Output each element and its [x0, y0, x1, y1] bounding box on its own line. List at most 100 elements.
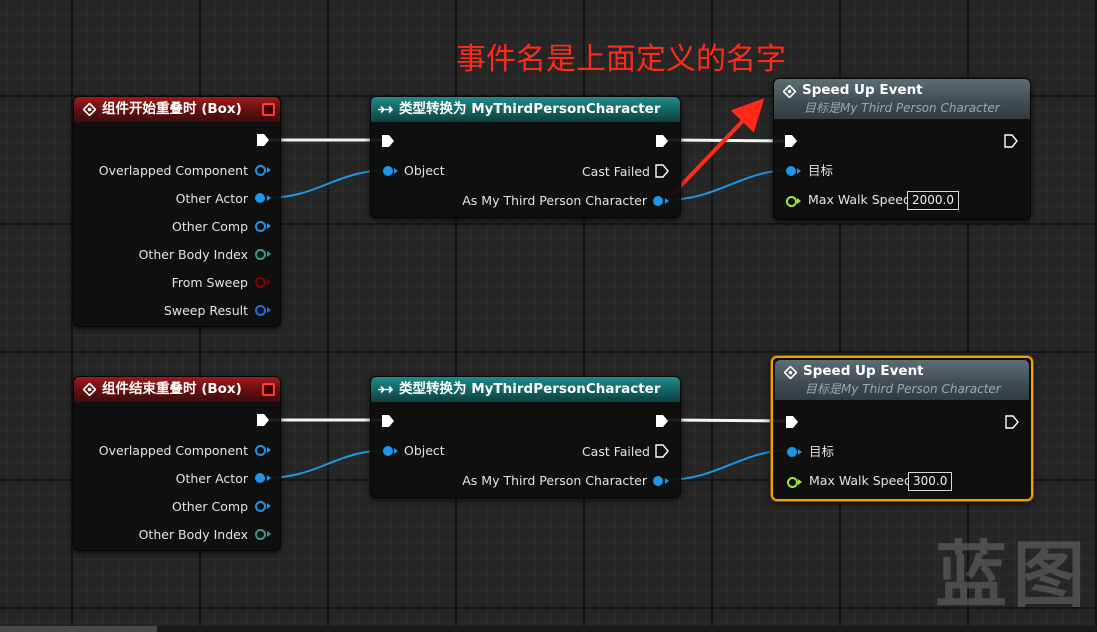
object-pin[interactable]	[383, 166, 393, 176]
cast-failed-exec-pin[interactable]	[655, 444, 669, 458]
pin-other-comp: Other Comp	[172, 499, 248, 514]
exec-out-pin[interactable]	[256, 413, 270, 427]
pin-arrow-icon	[797, 168, 801, 174]
call-node-header[interactable]: Speed Up Event 目标是My Third Person Charac…	[774, 79, 1030, 119]
pin-arrow-icon	[798, 479, 802, 485]
sweep-result-pin[interactable]	[255, 305, 266, 316]
call-node-subtitle: 目标是My Third Person Character	[804, 101, 1000, 115]
exec-out-pin[interactable]	[655, 414, 669, 428]
watermark: 蓝图	[935, 533, 1092, 617]
event-node-header[interactable]: 组件开始重叠时 (Box)	[74, 97, 280, 122]
event-node-title: 组件开始重叠时 (Box)	[102, 101, 242, 117]
event-node-header[interactable]: 组件结束重叠时 (Box)	[74, 377, 280, 402]
exec-out-pin[interactable]	[655, 134, 669, 148]
exec-out-pin[interactable]	[256, 133, 270, 147]
function-diamond-icon	[783, 85, 796, 98]
pin-max-walk-speed: Max Walk Speed	[808, 192, 911, 207]
scrollbar-thumb[interactable]	[0, 626, 157, 632]
pin-cast-failed: Cast Failed	[581, 444, 650, 459]
event-node-begin-overlap[interactable]: 组件开始重叠时 (Box) Overlapped Component Other…	[73, 96, 281, 327]
call-node-subtitle: 目标是My Third Person Character	[805, 382, 1001, 396]
target-pin[interactable]	[786, 166, 796, 176]
pin-target: 目标	[808, 163, 834, 178]
max-walk-speed-input[interactable]: 2000.0	[907, 191, 959, 210]
event-diamond-icon	[83, 383, 96, 396]
pin-as-character: As My Third Person Character	[462, 473, 647, 488]
as-character-pin[interactable]	[653, 476, 663, 486]
call-node-title: Speed Up Event	[802, 82, 923, 98]
other-comp-pin[interactable]	[255, 501, 266, 512]
pin-arrow-icon	[798, 449, 802, 455]
max-walk-speed-pin[interactable]	[787, 477, 798, 488]
function-diamond-icon	[784, 366, 797, 379]
pin-arrow-icon	[267, 307, 271, 313]
cast-arrows-icon	[378, 105, 394, 114]
pin-arrow-icon	[267, 167, 271, 173]
pin-object: Object	[404, 163, 445, 178]
exec-in-pin[interactable]	[785, 415, 799, 429]
call-node-header[interactable]: Speed Up Event 目标是My Third Person Charac…	[775, 360, 1029, 400]
pin-sweep-result: Sweep Result	[163, 303, 248, 318]
event-node-end-overlap[interactable]: 组件结束重叠时 (Box) Overlapped Component Other…	[73, 376, 281, 551]
delegate-square-icon[interactable]	[262, 383, 275, 396]
event-diamond-icon	[83, 103, 96, 116]
max-walk-speed-pin[interactable]	[786, 196, 797, 207]
pin-arrow-icon	[665, 198, 669, 204]
pin-arrow-icon	[267, 195, 271, 201]
pin-arrow-icon	[665, 478, 669, 484]
annotation-text: 事件名是上面定义的名字	[456, 42, 786, 77]
pin-object: Object	[404, 443, 445, 458]
pin-arrow-icon	[394, 168, 398, 174]
cast-failed-exec-pin[interactable]	[655, 164, 669, 178]
horizontal-scrollbar[interactable]	[0, 626, 1097, 632]
from-sweep-pin[interactable]	[255, 277, 266, 288]
exec-out-pin[interactable]	[1005, 415, 1019, 429]
pin-other-actor: Other Actor	[175, 471, 248, 486]
pin-as-character: As My Third Person Character	[462, 193, 647, 208]
overlapped-component-pin[interactable]	[255, 445, 266, 456]
call-node-title: Speed Up Event	[803, 363, 924, 379]
pin-arrow-icon	[267, 531, 271, 537]
cast-node-header[interactable]: 类型转换为 MyThirdPersonCharacter	[371, 377, 680, 402]
max-walk-speed-input[interactable]: 300.0	[908, 472, 953, 491]
cast-node[interactable]: 类型转换为 MyThirdPersonCharacter Object Cast…	[370, 96, 681, 218]
exec-in-pin[interactable]	[381, 134, 395, 148]
exec-out-pin[interactable]	[1004, 134, 1018, 148]
speed-up-event-node[interactable]: Speed Up Event 目标是My Third Person Charac…	[773, 78, 1031, 220]
pin-max-walk-speed: Max Walk Speed	[809, 473, 912, 488]
pin-from-sweep: From Sweep	[171, 275, 248, 290]
speed-up-event-node-selected[interactable]: Speed Up Event 目标是My Third Person Charac…	[771, 356, 1033, 501]
other-actor-pin[interactable]	[255, 193, 265, 203]
exec-in-pin[interactable]	[784, 134, 798, 148]
delegate-square-icon[interactable]	[262, 103, 275, 116]
event-node-title: 组件结束重叠时 (Box)	[102, 381, 242, 397]
pin-overlapped-component: Overlapped Component	[98, 163, 248, 178]
object-pin[interactable]	[383, 446, 393, 456]
cast-node[interactable]: 类型转换为 MyThirdPersonCharacter Object Cast…	[370, 376, 681, 498]
pin-cast-failed: Cast Failed	[581, 164, 650, 179]
pin-other-actor: Other Actor	[175, 191, 248, 206]
pin-other-comp: Other Comp	[172, 219, 248, 234]
other-actor-pin[interactable]	[255, 473, 265, 483]
pin-other-body-index: Other Body Index	[138, 247, 248, 262]
pin-target: 目标	[809, 444, 835, 459]
other-body-index-pin[interactable]	[255, 249, 266, 260]
cast-arrows-icon	[378, 385, 394, 394]
target-pin[interactable]	[787, 447, 797, 457]
as-character-pin[interactable]	[653, 196, 663, 206]
pin-arrow-icon	[394, 448, 398, 454]
overlapped-component-pin[interactable]	[255, 165, 266, 176]
pin-arrow-icon	[267, 279, 271, 285]
exec-wire	[667, 418, 788, 423]
pin-arrow-icon	[267, 223, 271, 229]
cast-node-header[interactable]: 类型转换为 MyThirdPersonCharacter	[371, 97, 680, 122]
pin-arrow-icon	[267, 503, 271, 509]
pin-arrow-icon	[267, 447, 271, 453]
pin-overlapped-component: Overlapped Component	[98, 443, 248, 458]
pin-arrow-icon	[797, 198, 801, 204]
exec-in-pin[interactable]	[381, 414, 395, 428]
annotation-arrow	[670, 98, 765, 197]
other-comp-pin[interactable]	[255, 221, 266, 232]
other-body-index-pin[interactable]	[255, 529, 266, 540]
pin-other-body-index: Other Body Index	[138, 527, 248, 542]
